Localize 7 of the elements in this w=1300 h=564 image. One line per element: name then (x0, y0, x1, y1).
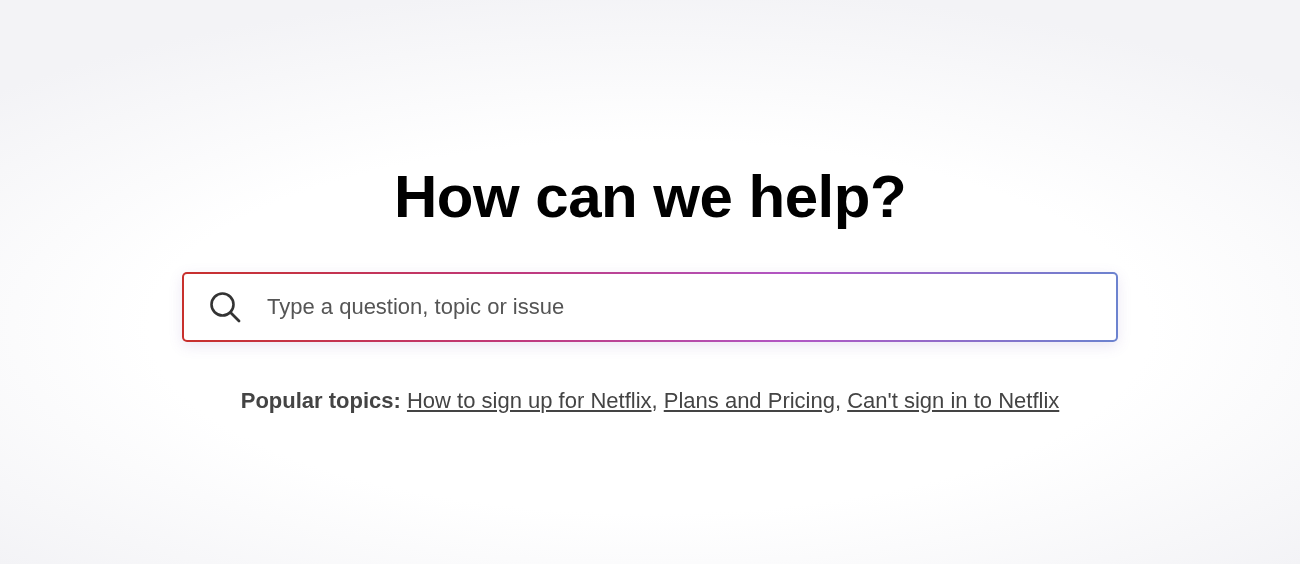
search-field[interactable]: Type a question, topic or issue (182, 272, 1118, 342)
topic-link[interactable]: Plans and Pricing (663, 388, 835, 413)
page-heading: How can we help? (393, 162, 907, 232)
topic-link[interactable]: Can't sign in to Netflix (847, 388, 1060, 413)
search-icon (208, 290, 242, 324)
popular-topics-text: Popular topics: How to sign up for Netflix, Plans and Pricing, Can't sign in to Netflix (239, 387, 1061, 415)
topic-link[interactable]: How to sign up for Netflix (406, 388, 652, 413)
